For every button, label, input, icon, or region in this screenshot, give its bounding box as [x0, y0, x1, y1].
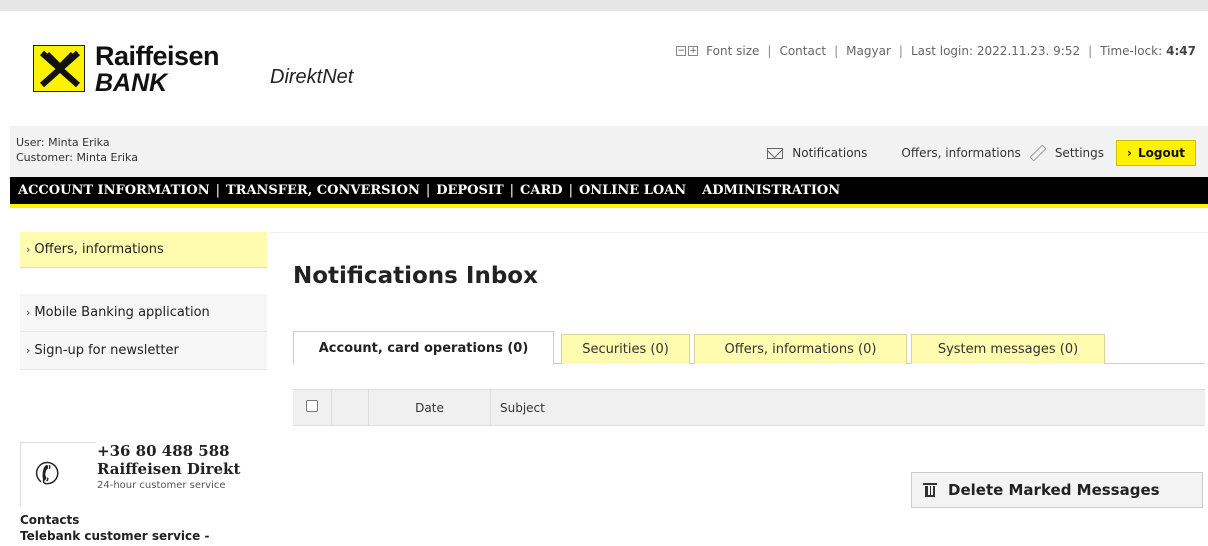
- nav-administration[interactable]: ADMINISTRATION: [702, 183, 840, 198]
- user-name: User: Minta Erika: [16, 136, 110, 149]
- separator: |: [1088, 44, 1093, 58]
- contact-link[interactable]: Contact: [779, 44, 826, 58]
- notifications-link[interactable]: Notifications: [767, 146, 867, 160]
- phone-icon-box: ✆: [20, 442, 96, 506]
- sidebar-item-label: Offers, informations: [34, 242, 164, 257]
- sidebar-item-newsletter[interactable]: › Sign-up for newsletter: [20, 332, 267, 370]
- tab-account-card-operations[interactable]: Account, card operations (0): [293, 331, 554, 365]
- raiffeisen-logo[interactable]: Raiffeisen BANK: [33, 41, 223, 97]
- product-name: DirektNet: [270, 66, 354, 88]
- offers-link[interactable]: Offers, informations: [901, 146, 1020, 160]
- customer-name: Customer: Minta Erika: [16, 151, 138, 164]
- select-all-cell: [293, 390, 332, 425]
- nav-separator: |: [425, 183, 431, 198]
- font-increase-button[interactable]: +: [688, 46, 699, 56]
- raiffeisen-emblem-icon: [33, 45, 85, 92]
- contacts-title: Contacts: [20, 513, 80, 527]
- content-divider: [270, 232, 1208, 233]
- separator: |: [767, 44, 772, 58]
- contacts-line[interactable]: Telebank customer service -: [20, 529, 209, 543]
- chevron-right-icon: ›: [26, 243, 31, 256]
- nav-card[interactable]: CARD: [520, 183, 563, 198]
- separator: |: [898, 44, 903, 58]
- delete-marked-button[interactable]: Delete Marked Messages: [911, 472, 1203, 508]
- nav-separator: |: [215, 183, 220, 198]
- time-lock-label: Time-lock:: [1100, 44, 1163, 58]
- phone-number: +36 80 488 588: [97, 442, 230, 460]
- tab-offers-informations[interactable]: Offers, informations (0): [694, 334, 907, 364]
- notifications-label: Notifications: [792, 146, 868, 160]
- user-bar: User: Minta Erika Customer: Minta Erika …: [10, 126, 1208, 177]
- sidebar-item-label: Mobile Banking application: [34, 305, 210, 320]
- header-cell-blank: [333, 390, 369, 425]
- delete-marked-label: Delete Marked Messages: [948, 481, 1160, 499]
- sidebar: › Offers, informations › Mobile Banking …: [20, 232, 267, 370]
- tab-bar: Account, card operations (0) Securities …: [293, 331, 1205, 365]
- font-decrease-button[interactable]: −: [676, 46, 687, 56]
- last-login-text: Last login: 2022.11.23. 9:52: [910, 44, 1081, 58]
- nav-separator: |: [568, 183, 573, 198]
- chevron-right-icon: ›: [26, 306, 31, 319]
- contact-box: ✆ +36 80 488 588 Raiffeisen Direkt 24-ho…: [20, 428, 267, 546]
- chevron-right-icon: ›: [26, 344, 31, 357]
- user-info: User: Minta Erika Customer: Minta Erika: [16, 135, 138, 165]
- language-link[interactable]: Magyar: [846, 44, 891, 58]
- tab-system-messages[interactable]: System messages (0): [911, 334, 1105, 364]
- settings-link[interactable]: Settings: [1029, 144, 1105, 162]
- main-nav: ACCOUNT INFORMATION | TRANSFER, CONVERSI…: [10, 177, 1208, 208]
- user-actions: Notifications Offers, informations Setti…: [767, 140, 1196, 166]
- trash-icon: [923, 483, 937, 497]
- tab-securities[interactable]: Securities (0): [561, 334, 690, 364]
- brand-name-line1: Raiffeisen: [95, 41, 220, 71]
- page-title: Notifications Inbox: [293, 263, 538, 289]
- sidebar-item-label: Sign-up for newsletter: [34, 343, 179, 358]
- sidebar-item-offers[interactable]: › Offers, informations: [20, 232, 267, 268]
- top-links: − + Font size | Contact | Magyar | Last …: [676, 44, 1196, 58]
- logout-label: Logout: [1137, 146, 1185, 160]
- nav-account-information[interactable]: ACCOUNT INFORMATION: [18, 183, 210, 198]
- service-name: Raiffeisen Direkt: [97, 460, 241, 478]
- pencil-icon: [1029, 144, 1047, 162]
- header-cell-subject[interactable]: Subject: [500, 390, 545, 425]
- messages-table-header: Date Subject: [293, 389, 1205, 426]
- sidebar-item-mobile-banking[interactable]: › Mobile Banking application: [20, 294, 267, 332]
- font-size-label: Font size: [706, 44, 760, 58]
- service-hours: 24-hour customer service: [97, 480, 226, 491]
- chevron-right-icon: ›: [1127, 146, 1132, 160]
- nav-separator: |: [509, 183, 515, 198]
- nav-online-loan[interactable]: ONLINE LOAN: [579, 183, 686, 198]
- nav-deposit[interactable]: DEPOSIT: [436, 183, 503, 198]
- select-all-checkbox[interactable]: [306, 400, 318, 412]
- brand-name-line2: BANK: [95, 69, 168, 97]
- top-border: [0, 0, 1208, 11]
- logout-button[interactable]: › Logout: [1116, 140, 1196, 166]
- phone-icon: ✆: [30, 454, 65, 495]
- envelope-icon: [767, 147, 784, 159]
- header-cell-date[interactable]: Date: [369, 390, 491, 425]
- separator: |: [834, 44, 839, 58]
- phone-card: ✆ +36 80 488 588 Raiffeisen Direkt 24-ho…: [20, 432, 260, 506]
- settings-label: Settings: [1054, 146, 1105, 160]
- time-lock-value: 4:47: [1166, 44, 1196, 58]
- nav-transfer-conversion[interactable]: TRANSFER, CONVERSION: [226, 183, 420, 198]
